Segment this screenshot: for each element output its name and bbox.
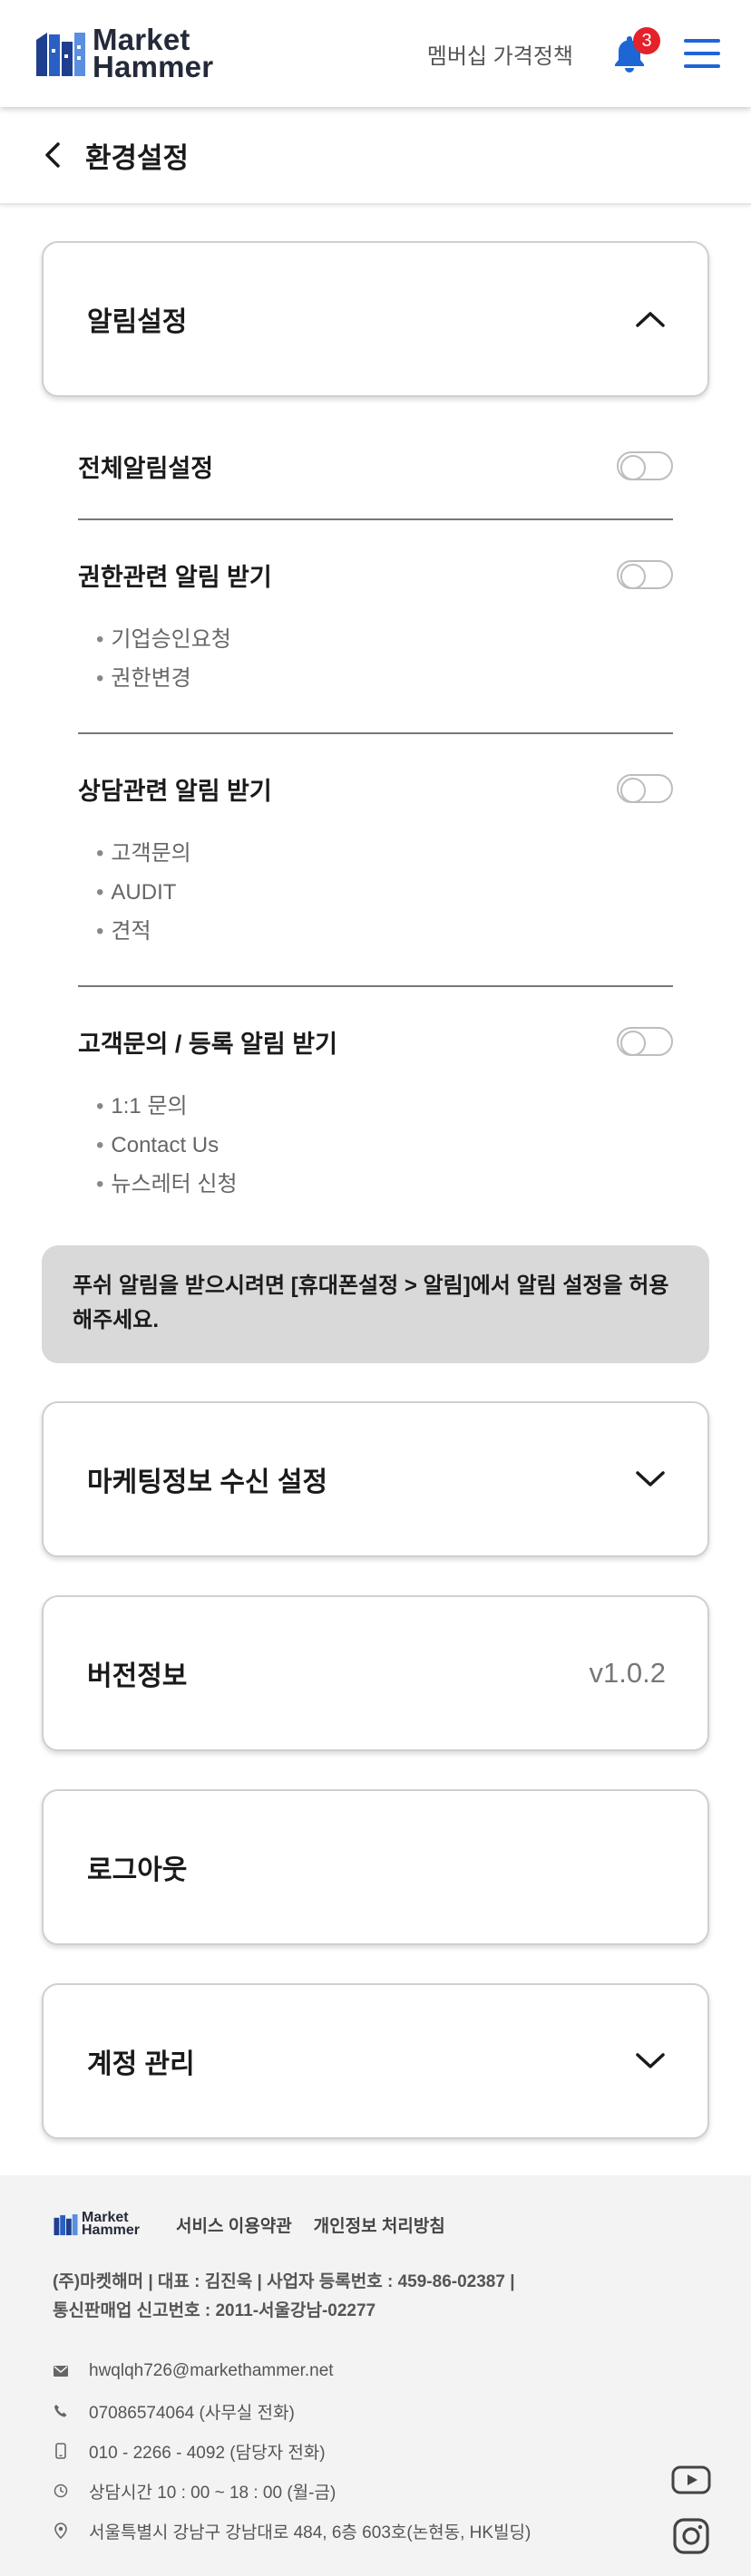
logout-title: 로그아웃 <box>87 1855 188 1885</box>
footer-logo[interactable]: Market Hammer <box>53 2211 141 2238</box>
list-item: Contact Us <box>96 1126 673 1165</box>
settings-content: 알림설정 전체알림설정 권한관련 알림 받기 기업승인요청 권한변경 상담관련 … <box>0 205 751 2139</box>
social-links <box>671 2465 711 2554</box>
location-pin-icon <box>53 2523 69 2539</box>
notification-settings-title: 알림설정 <box>87 307 188 337</box>
all-notifications-toggle[interactable] <box>617 451 673 480</box>
version-info-card: 버전정보 v1.0.2 <box>42 1595 709 1751</box>
notification-button[interactable]: 3 <box>611 27 660 76</box>
list-item: 1:1 문의 <box>96 1087 673 1126</box>
logo-text: Market Hammer <box>93 24 214 83</box>
company-line-1: (주)마켓해머 | 대표 : 김진욱 | 사업자 등록번호 : 459-86-0… <box>53 2272 515 2291</box>
address-text: 서울특별시 강남구 강남대로 484, 6층 603호(논현동, HK빌딩) <box>89 2523 532 2542</box>
setting-label: 전체알림설정 <box>78 454 214 482</box>
list-item: 권한변경 <box>96 659 673 698</box>
divider <box>78 732 673 734</box>
marketing-consent-card[interactable]: 마케팅정보 수신 설정 <box>42 1401 709 1557</box>
company-info: (주)마켓해머 | 대표 : 김진욱 | 사업자 등록번호 : 459-86-0… <box>53 2268 711 2326</box>
version-value: v1.0.2 <box>589 1657 666 1689</box>
setting-label: 고객문의 / 등록 알림 받기 <box>78 1030 337 1058</box>
office-phone-text[interactable]: 07086574064 (사무실 전화) <box>89 2399 295 2424</box>
page-title-bar: 환경설정 <box>0 107 751 205</box>
mail-icon <box>53 2363 69 2379</box>
marketing-consent-title: 마케팅정보 수신 설정 <box>87 1467 328 1497</box>
version-info-title: 버전정보 <box>87 1661 188 1691</box>
back-arrow-icon[interactable] <box>40 139 63 171</box>
youtube-icon[interactable] <box>671 2465 711 2494</box>
app-header: Market Hammer 멤버십 가격정책 3 <box>0 0 751 107</box>
chevron-down-icon[interactable] <box>635 1470 666 1488</box>
account-management-title: 계정 관리 <box>87 2049 195 2079</box>
footer-logo-mark-icon <box>54 2213 78 2236</box>
setting-label: 권한관련 알림 받기 <box>78 563 272 591</box>
page-title: 환경설정 <box>85 141 190 174</box>
clock-icon <box>53 2483 69 2499</box>
setting-consult-notifications: 상담관련 알림 받기 <box>78 770 673 807</box>
list-item: 견적 <box>96 912 673 951</box>
phone-icon <box>53 2403 69 2419</box>
contact-email: hwqlqh726@markethammer.net <box>53 2351 711 2391</box>
contact-office-phone: 07086574064 (사무실 전화) <box>53 2391 711 2431</box>
terms-link[interactable]: 서비스 이용약관 <box>176 2213 292 2237</box>
chevron-down-icon[interactable] <box>635 2052 666 2070</box>
company-line-2: 통신판매업 신고번호 : 2011-서울강남-02277 <box>53 2301 376 2320</box>
logo[interactable]: Market Hammer <box>34 24 214 83</box>
contact-hours: 상담시간 10 : 00 ~ 18 : 00 (월-금) <box>53 2471 711 2511</box>
mobile-icon <box>53 2443 69 2459</box>
setting-label: 상담관련 알림 받기 <box>78 777 272 805</box>
footer-logo-text: Market Hammer <box>82 2211 141 2238</box>
mobile-phone-text[interactable]: 010 - 2266 - 4092 (담당자 전화) <box>89 2439 326 2464</box>
hamburger-menu-icon[interactable] <box>684 39 720 68</box>
setting-inquiry-notifications: 고객문의 / 등록 알림 받기 <box>78 1023 673 1060</box>
permission-notification-items: 기업승인요청 권한변경 <box>78 620 673 698</box>
divider <box>78 518 673 520</box>
membership-pricing-link[interactable]: 멤버십 가격정책 <box>427 38 573 70</box>
consult-notifications-toggle[interactable] <box>617 774 673 803</box>
contact-address: 서울특별시 강남구 강남대로 484, 6층 603호(논현동, HK빌딩) <box>53 2511 711 2551</box>
permission-notifications-toggle[interactable] <box>617 560 673 589</box>
notification-count-badge: 3 <box>633 27 660 54</box>
list-item: AUDIT <box>96 873 673 912</box>
inquiry-notifications-toggle[interactable] <box>617 1027 673 1056</box>
notification-settings-card[interactable]: 알림설정 <box>42 241 709 397</box>
list-item: 기업승인요청 <box>96 620 673 659</box>
contact-mobile-phone: 010 - 2266 - 4092 (담당자 전화) <box>53 2431 711 2471</box>
hours-text: 상담시간 10 : 00 ~ 18 : 00 (월-금) <box>89 2483 336 2503</box>
footer: Market Hammer 서비스 이용약관 개인정보 처리방침 (주)마켓해머… <box>0 2175 751 2576</box>
logo-line-2: Hammer <box>93 50 214 83</box>
contact-info: hwqlqh726@markethammer.net 07086574064 (… <box>53 2351 711 2551</box>
email-text[interactable]: hwqlqh726@markethammer.net <box>89 2361 334 2381</box>
notification-settings-list: 전체알림설정 권한관련 알림 받기 기업승인요청 권한변경 상담관련 알림 받기… <box>42 397 709 1204</box>
consult-notification-items: 고객문의 AUDIT 견적 <box>78 834 673 951</box>
instagram-icon[interactable] <box>673 2518 709 2554</box>
logo-mark-icon <box>36 33 85 76</box>
privacy-link[interactable]: 개인정보 처리방침 <box>314 2213 445 2237</box>
list-item: 고객문의 <box>96 834 673 873</box>
inquiry-notification-items: 1:1 문의 Contact Us 뉴스레터 신청 <box>78 1087 673 1204</box>
divider <box>78 985 673 987</box>
list-item: 뉴스레터 신청 <box>96 1165 673 1204</box>
setting-all-notifications: 전체알림설정 <box>78 448 673 484</box>
chevron-up-icon[interactable] <box>635 310 666 328</box>
push-notice: 푸쉬 알림을 받으시려면 [휴대폰설정 > 알림]에서 알림 설정을 허용해주세… <box>42 1245 709 1363</box>
logout-card[interactable]: 로그아웃 <box>42 1789 709 1945</box>
footer-logo-line-2: Hammer <box>82 2223 141 2238</box>
setting-permission-notifications: 권한관련 알림 받기 <box>78 557 673 593</box>
account-management-card[interactable]: 계정 관리 <box>42 1983 709 2139</box>
